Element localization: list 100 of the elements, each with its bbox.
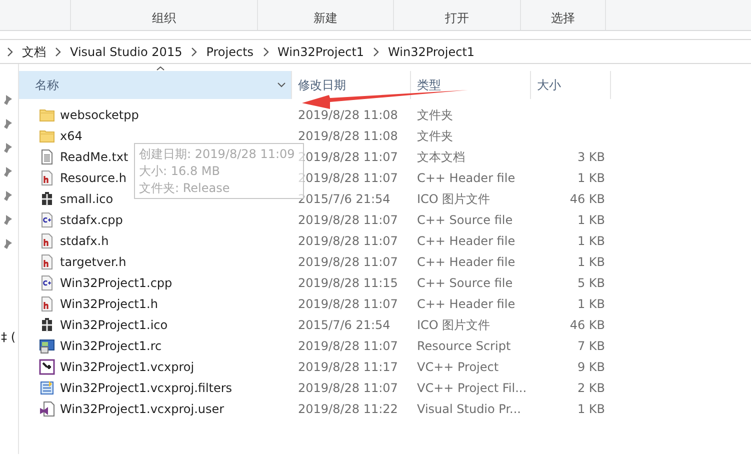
file-type: C++ Header file: [417, 254, 516, 268]
file-type: 文件夹: [417, 128, 453, 142]
pin-icon: [3, 214, 13, 226]
date-modified: 2019/8/28 11:07: [298, 254, 398, 268]
file-name[interactable]: Win32Project1.vcxproj: [60, 358, 194, 376]
breadcrumb-item[interactable]: Visual Studio 2015: [66, 42, 186, 60]
file-type: C++ Header file: [417, 234, 516, 248]
ribbon-group-label: 选择: [551, 10, 575, 27]
user-file-icon: [39, 400, 55, 416]
breadcrumb-item[interactable]: Win32Project1: [274, 42, 368, 60]
file-name[interactable]: Win32Project1.vcxproj.filters: [60, 378, 232, 396]
file-size: 46 KB: [570, 318, 605, 332]
file-type: C++ Header file: [417, 296, 516, 310]
nav-item-text: ‡ (: [1, 329, 16, 346]
breadcrumb-item[interactable]: Projects: [202, 42, 258, 60]
file-type: ICO 图片文件: [417, 318, 490, 332]
tooltip-text: 创建日期: 2019/8/28 11:09: [139, 146, 296, 163]
date-modified: 2019/8/28 11:07: [298, 212, 398, 226]
date-modified: 2019/8/28 11:07: [298, 234, 398, 248]
file-size: 1 KB: [577, 402, 605, 416]
chevron-icon: [372, 46, 380, 56]
file-type: 文件夹: [417, 108, 453, 122]
text-file-icon: [39, 148, 55, 164]
chevron-icon: [262, 46, 270, 56]
file-name[interactable]: stdafx.h: [60, 232, 109, 250]
date-modified: 2015/7/6 21:54: [298, 318, 390, 332]
file-type: C++ Header file: [417, 170, 516, 184]
file-size: 1 KB: [577, 212, 605, 226]
file-size: 1 KB: [577, 254, 605, 268]
filters-file-icon: [39, 380, 55, 396]
file-size: 46 KB: [570, 192, 605, 206]
file-size: 1 KB: [577, 234, 605, 248]
resource-file-icon: [39, 338, 55, 354]
tooltip-text: 大小: 16.8 MB: [139, 163, 221, 180]
file-type: 文本文档: [417, 150, 465, 164]
file-type: Resource Script: [417, 338, 511, 352]
file-size: 1 KB: [577, 170, 605, 184]
folder-icon: [39, 128, 55, 144]
ribbon-group-label: 新建: [314, 10, 338, 27]
file-name[interactable]: Win32Project1.vcxproj.user: [60, 400, 224, 418]
file-type: C++ Source file: [417, 212, 513, 226]
file-name[interactable]: small.ico: [60, 190, 114, 208]
date-modified: 2019/8/28 11:08: [298, 108, 398, 122]
column-header[interactable]: 大小: [531, 71, 611, 99]
date-modified: 2019/8/28 11:07: [298, 170, 398, 184]
pin-icon: [3, 94, 13, 106]
pin-icon: [3, 118, 13, 130]
date-modified: 2015/7/6 21:54: [298, 192, 390, 206]
date-modified: 2019/8/28 11:08: [298, 128, 398, 142]
icon-file-icon: [39, 190, 55, 206]
source-file-icon: [39, 212, 55, 228]
file-type: C++ Source file: [417, 276, 513, 290]
ribbon-group-label: 打开: [445, 10, 469, 27]
source-file-icon: [39, 274, 55, 290]
pin-icon: [3, 166, 13, 178]
header-file-icon: [39, 296, 55, 312]
file-size: 1 KB: [577, 296, 605, 310]
folder-icon: [39, 106, 55, 122]
file-size: 7 KB: [577, 338, 605, 352]
header-file-icon: [39, 254, 55, 270]
pin-icon: [3, 142, 13, 154]
file-size: 2 KB: [577, 380, 605, 394]
date-modified: 2019/8/28 11:17: [298, 360, 398, 374]
date-modified: 2019/8/28 11:15: [298, 276, 398, 290]
file-name[interactable]: Win32Project1.cpp: [60, 274, 172, 292]
pin-icon: [3, 238, 13, 250]
chevron-icon: [6, 46, 14, 56]
sort-icon: [156, 66, 165, 71]
file-type: VC++ Project Fil...: [417, 380, 527, 394]
file-name[interactable]: targetver.h: [60, 252, 126, 270]
date-modified: 2019/8/28 11:07: [298, 380, 398, 394]
file-size: 9 KB: [577, 360, 605, 374]
project-file-icon: [39, 358, 55, 374]
chevron-icon: [190, 46, 198, 56]
header-file-icon: [39, 232, 55, 248]
pin-icon: [3, 190, 13, 202]
file-size: 3 KB: [577, 150, 605, 164]
dropdown-icon: [277, 82, 286, 88]
chevron-icon: [54, 46, 62, 56]
breadcrumb-item[interactable]: 文档: [18, 42, 50, 60]
file-name[interactable]: Resource.h: [60, 168, 126, 186]
date-modified: 2019/8/28 11:07: [298, 150, 398, 164]
file-name[interactable]: Win32Project1.ico: [60, 316, 168, 334]
file-type: Visual Studio Pr...: [417, 402, 521, 416]
file-name[interactable]: x64: [60, 126, 82, 144]
breadcrumb-item[interactable]: Win32Project1: [384, 42, 479, 60]
tooltip-text: 文件夹: Release: [139, 180, 231, 197]
file-name[interactable]: websocketpp: [60, 106, 139, 124]
file-type: ICO 图片文件: [417, 192, 490, 206]
file-size: 5 KB: [577, 276, 605, 290]
file-name[interactable]: ReadMe.txt: [60, 148, 128, 166]
date-modified: 2019/8/28 11:07: [298, 296, 398, 310]
icon-file-icon: [39, 316, 55, 332]
date-modified: 2019/8/28 11:22: [298, 402, 398, 416]
date-modified: 2019/8/28 11:07: [298, 338, 398, 352]
file-name[interactable]: Win32Project1.h: [60, 294, 158, 312]
file-name[interactable]: stdafx.cpp: [60, 210, 123, 228]
ribbon-group-label: 组织: [152, 10, 176, 27]
header-file-icon: [39, 170, 55, 186]
file-name[interactable]: Win32Project1.rc: [60, 336, 162, 354]
